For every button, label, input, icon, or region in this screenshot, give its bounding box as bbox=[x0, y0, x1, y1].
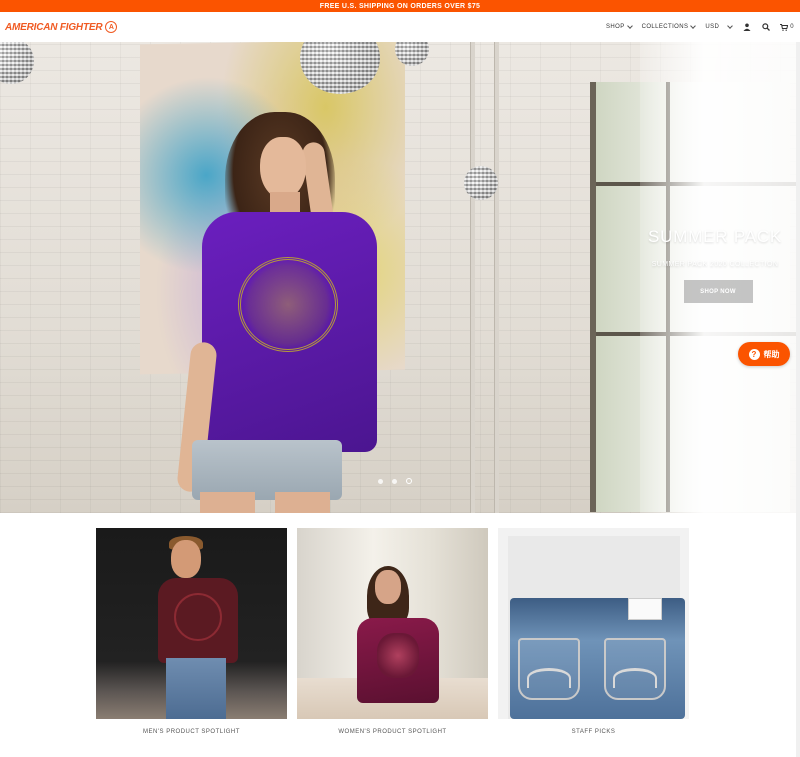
model-leg bbox=[200, 492, 255, 513]
slide-dot-1[interactable] bbox=[378, 478, 383, 484]
logo-mark-icon: A bbox=[105, 21, 118, 33]
tile-caption: WOMEN'S PRODUCT SPOTLIGHT bbox=[338, 729, 447, 735]
hero-title: SUMMER PACK bbox=[647, 227, 783, 246]
currency-select[interactable]: USD bbox=[705, 23, 734, 30]
man-head bbox=[171, 540, 201, 578]
tile-caption: STAFF PICKS bbox=[571, 729, 616, 735]
nav-collections[interactable]: COLLECTIONS bbox=[641, 23, 697, 30]
woman-shirt-graphic bbox=[377, 633, 419, 678]
nav-shop-label: SHOP bbox=[606, 24, 625, 30]
wall-pipe bbox=[494, 42, 499, 513]
cart-count: 0 bbox=[790, 24, 794, 30]
logo[interactable]: AMERICAN FIGHTER A bbox=[5, 21, 118, 33]
mens-spotlight-image bbox=[96, 528, 287, 719]
chevron-down-icon bbox=[690, 23, 697, 29]
slide-indicators bbox=[378, 478, 412, 484]
shop-now-button[interactable]: SHOP NOW bbox=[683, 280, 753, 303]
currency-label: USD bbox=[705, 24, 720, 30]
site-header: AMERICAN FIGHTER A SHOP COLLECTIONS USD … bbox=[0, 12, 800, 42]
tile-mens-spotlight[interactable]: MEN'S PRODUCT SPOTLIGHT bbox=[96, 528, 287, 735]
search-icon[interactable] bbox=[761, 23, 770, 32]
pocket-wing-stitch bbox=[527, 668, 571, 688]
cart-icon bbox=[780, 23, 789, 31]
model-leg bbox=[275, 492, 330, 513]
womens-spotlight-image bbox=[297, 528, 488, 719]
help-label: 帮助 bbox=[763, 349, 780, 359]
shirt-graphic bbox=[238, 257, 338, 352]
slide-dot-2[interactable] bbox=[392, 478, 397, 484]
man-shirt-graphic bbox=[174, 593, 222, 641]
woman-head bbox=[375, 570, 401, 604]
nav-collections-label: COLLECTIONS bbox=[641, 24, 689, 30]
tile-womens-spotlight[interactable]: WOMEN'S PRODUCT SPOTLIGHT bbox=[297, 528, 488, 735]
chevron-down-icon bbox=[727, 23, 734, 29]
slide-dot-3[interactable] bbox=[406, 478, 412, 484]
jeans-tag bbox=[628, 598, 662, 620]
staff-picks-image bbox=[498, 528, 689, 719]
cart-button[interactable]: 0 bbox=[780, 23, 794, 31]
man-jeans bbox=[166, 658, 226, 719]
logo-text: AMERICAN FIGHTER bbox=[5, 21, 103, 33]
help-button[interactable]: ? 帮助 bbox=[738, 342, 790, 366]
disco-ball bbox=[464, 166, 498, 200]
scrollbar[interactable] bbox=[796, 42, 800, 757]
model-figure bbox=[176, 102, 390, 513]
pocket-wing-stitch bbox=[613, 668, 657, 688]
main-nav: SHOP COLLECTIONS USD 0 bbox=[606, 23, 794, 32]
model-face bbox=[260, 137, 306, 199]
chevron-down-icon bbox=[626, 23, 633, 29]
tile-caption: MEN'S PRODUCT SPOTLIGHT bbox=[143, 729, 240, 735]
help-icon: ? bbox=[748, 348, 760, 360]
announcement-bar: FREE U.S. SHIPPING ON ORDERS OVER $75 bbox=[0, 0, 800, 12]
user-icon[interactable] bbox=[742, 23, 751, 32]
wall-pipe bbox=[470, 42, 475, 513]
hero-copy: SUMMER PACK SUMMER PACK 2020 COLLECTION … bbox=[640, 227, 790, 303]
tile-staff-picks[interactable]: STAFF PICKS bbox=[498, 528, 689, 735]
announcement-text: FREE U.S. SHIPPING ON ORDERS OVER $75 bbox=[319, 2, 481, 10]
collection-tiles: MEN'S PRODUCT SPOTLIGHT WOMEN'S PRODUCT … bbox=[96, 528, 690, 743]
nav-shop[interactable]: SHOP bbox=[606, 23, 633, 30]
hero-subtitle: SUMMER PACK 2020 COLLECTION bbox=[651, 261, 779, 268]
model-shorts bbox=[192, 440, 342, 500]
hero-banner[interactable]: SUMMER PACK SUMMER PACK 2020 COLLECTION … bbox=[0, 42, 796, 513]
